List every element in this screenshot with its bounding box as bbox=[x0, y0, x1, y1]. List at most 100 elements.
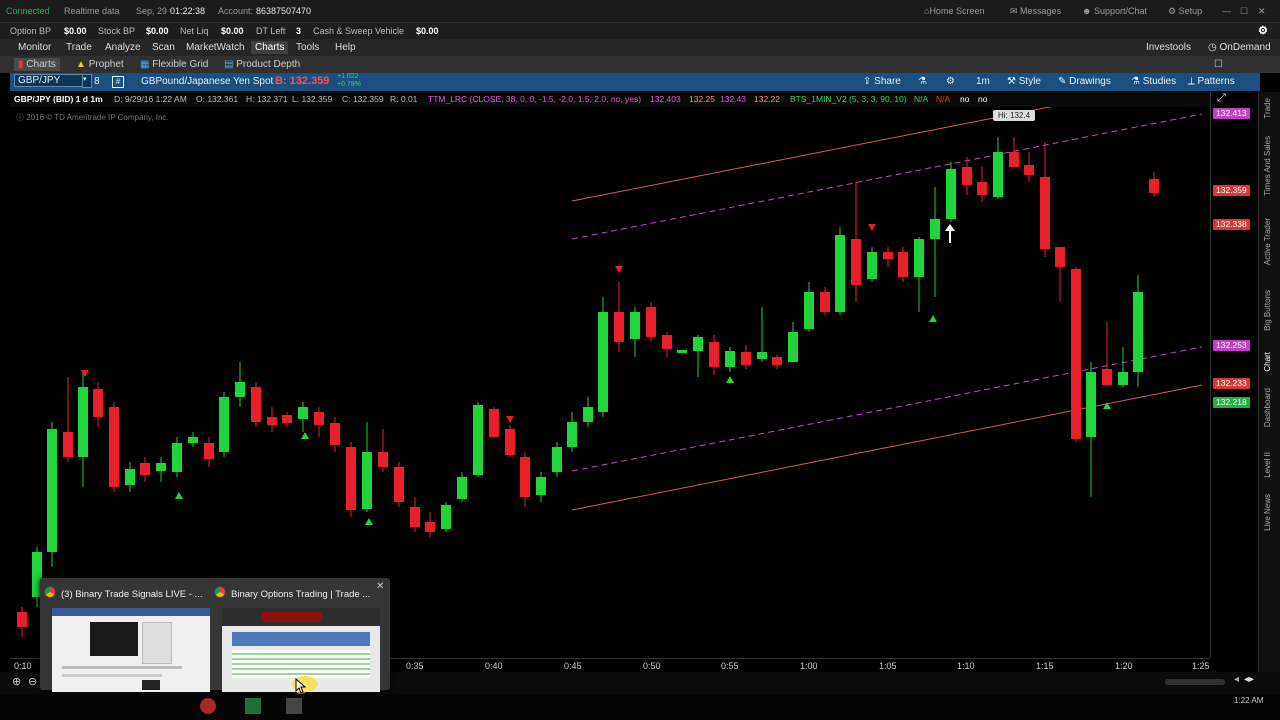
candle-body bbox=[709, 342, 719, 367]
side-tab-active-trader[interactable]: Active Trader bbox=[1263, 218, 1272, 265]
side-tab-live-news[interactable]: Live News bbox=[1263, 494, 1272, 531]
menu-scan[interactable]: Scan bbox=[148, 41, 179, 54]
candle-body bbox=[251, 387, 261, 422]
study-value-1: 132.403 bbox=[650, 94, 681, 104]
candle-body bbox=[1149, 179, 1159, 193]
chart-subtabs: ▮ Charts ▲ Prophet ▦ Flexible Grid ▤ Pro… bbox=[0, 56, 1280, 73]
candle-body bbox=[757, 352, 767, 359]
crosshair-icon[interactable]: ⊕ bbox=[12, 675, 21, 688]
maximize-icon[interactable]: ☐ bbox=[1240, 6, 1248, 17]
gear-icon[interactable]: ⚙ bbox=[1258, 24, 1268, 37]
candle-body bbox=[662, 335, 672, 349]
drawings-button[interactable]: ✎ Drawings bbox=[1058, 76, 1111, 87]
zoom-icon[interactable]: ⊖ bbox=[28, 675, 37, 688]
candle-body bbox=[172, 443, 182, 472]
price-chart[interactable]: ⓘ 2016 © TD Ameritrade IP Company, Inc. … bbox=[10, 107, 1210, 658]
preview-title-1: (3) Binary Trade Signals LIVE - ... bbox=[61, 589, 203, 600]
side-tab-dashboard[interactable]: Dashboard bbox=[1263, 388, 1272, 427]
change-value: +1.022 bbox=[337, 73, 359, 80]
bar-open: O: 132.361 bbox=[196, 94, 239, 104]
minimize-icon[interactable]: — bbox=[1222, 6, 1231, 16]
collapse-icon[interactable]: ⤢ bbox=[1217, 92, 1226, 105]
ondemand-button[interactable]: ◷ OnDemand bbox=[1204, 41, 1275, 54]
account-number[interactable]: 86387507470 bbox=[256, 6, 311, 16]
window-icon[interactable]: ☐ bbox=[1210, 58, 1227, 71]
menu-help[interactable]: Help bbox=[331, 41, 360, 54]
option-bp-label: Option BP bbox=[10, 26, 52, 36]
candle-body bbox=[725, 351, 735, 367]
close-icon[interactable]: ✕ bbox=[376, 581, 384, 592]
status-bar: Connected Realtime data Sep, 29 01:22:38… bbox=[0, 0, 1280, 23]
study-ttm-lrc[interactable]: TTM_LRC (CLOSE, 38, 0, 0, -1.5, -2.0, 1.… bbox=[428, 94, 641, 104]
signal-arrow-icon bbox=[726, 376, 734, 383]
browser-preview-2[interactable]: Binary Options Trading | Trade ... bbox=[214, 586, 380, 692]
bar-low: L: 132.359 bbox=[292, 94, 333, 104]
candle-body bbox=[1086, 372, 1096, 437]
menu-charts[interactable]: Charts bbox=[251, 41, 289, 54]
menu-analyze[interactable]: Analyze bbox=[101, 41, 145, 54]
link-icon[interactable]: 8 bbox=[94, 76, 100, 87]
messages-button[interactable]: ✉ Messages bbox=[1010, 6, 1061, 17]
bid-price: B: 132.359 bbox=[275, 75, 330, 87]
support-chat-button[interactable]: ☻ Support/Chat bbox=[1082, 6, 1147, 16]
side-tab-chart[interactable]: Chart bbox=[1263, 352, 1272, 372]
investools-link[interactable]: Investools bbox=[1142, 41, 1195, 54]
signal-arrow-icon bbox=[506, 416, 514, 423]
price-label-signal: 132.218 bbox=[1213, 397, 1250, 408]
taskbar-app-icon[interactable] bbox=[200, 698, 216, 714]
taskbar-app-icon[interactable] bbox=[245, 698, 261, 714]
candle-body bbox=[536, 477, 546, 495]
subtab-prophet[interactable]: ▲ Prophet bbox=[72, 58, 128, 71]
high-label: Hi: 132.4 bbox=[993, 110, 1036, 121]
setup-button[interactable]: ⚙ Setup bbox=[1168, 6, 1202, 17]
time-label: 1:15 bbox=[1036, 661, 1054, 671]
candle-body bbox=[567, 422, 577, 447]
scroll-left-icon[interactable]: ◂ bbox=[1234, 674, 1239, 685]
depth-icon: ▤ bbox=[224, 59, 237, 70]
subtab-charts[interactable]: ▮ Charts bbox=[14, 58, 60, 71]
taskbar-app-icon[interactable] bbox=[286, 698, 302, 714]
candle-body bbox=[1055, 247, 1065, 267]
study-bts[interactable]: BTS_1MIN_V2 (5, 3, 3, 90, 10) bbox=[790, 94, 907, 104]
share-button[interactable]: ⇪ Share bbox=[863, 76, 901, 87]
gear-icon[interactable]: ⚙ bbox=[946, 76, 955, 87]
menu-marketwatch[interactable]: MarketWatch bbox=[182, 41, 249, 54]
home-screen-button[interactable]: ⌂ Home Screen bbox=[924, 6, 984, 16]
expand-icon[interactable]: ◂▸ bbox=[1244, 674, 1254, 685]
price-axis[interactable]: ⤢ 132.413 132.359 132.338 132.253 132.23… bbox=[1210, 92, 1259, 658]
candle-body bbox=[314, 412, 324, 425]
menu-tools[interactable]: Tools bbox=[292, 41, 323, 54]
side-tab-level-ii[interactable]: Level II bbox=[1263, 452, 1272, 478]
flask-icon[interactable]: ⚗ bbox=[918, 76, 927, 87]
symbol-input[interactable]: GBP/JPY bbox=[14, 74, 90, 87]
side-tab-trade[interactable]: Trade bbox=[1263, 98, 1272, 119]
patterns-button[interactable]: ⟂ Patterns bbox=[1188, 76, 1235, 87]
horizontal-scrollbar[interactable] bbox=[1165, 679, 1225, 685]
menu-monitor[interactable]: Monitor bbox=[14, 41, 55, 54]
interval-button[interactable]: 1m bbox=[976, 76, 990, 87]
style-button[interactable]: ⚒ Style bbox=[1007, 76, 1041, 87]
studies-button[interactable]: ⚗ Studies bbox=[1131, 76, 1176, 87]
side-tab-times-and-sales[interactable]: Times And Sales bbox=[1263, 136, 1272, 196]
subtab-product-depth[interactable]: ▤ Product Depth bbox=[220, 58, 304, 71]
candle-body bbox=[473, 405, 483, 475]
candle-body bbox=[598, 312, 608, 412]
subtab-flexible-grid[interactable]: ▦ Flexible Grid bbox=[136, 58, 212, 71]
candlestick-chart bbox=[17, 107, 1203, 637]
candle-body bbox=[441, 505, 451, 529]
time-label: 0:10 bbox=[14, 661, 32, 671]
hash-icon[interactable]: # bbox=[112, 76, 124, 88]
candle-body bbox=[156, 463, 166, 471]
symbol-dropdown-icon[interactable]: ▾ bbox=[82, 74, 92, 88]
candle-body bbox=[362, 452, 372, 509]
close-icon[interactable]: ✕ bbox=[1258, 6, 1266, 17]
stock-bp-value: $0.00 bbox=[146, 26, 169, 36]
menu-trade[interactable]: Trade bbox=[62, 41, 96, 54]
chrome-icon bbox=[44, 586, 56, 598]
candle-body bbox=[346, 447, 356, 510]
time-label: 0:35 bbox=[406, 661, 424, 671]
pencil-icon: ✎ bbox=[1058, 76, 1070, 87]
browser-preview-1[interactable]: (3) Binary Trade Signals LIVE - ... bbox=[44, 586, 210, 692]
right-side-tabs: Trade Times And Sales Active Trader Big … bbox=[1258, 92, 1280, 672]
side-tab-big-buttons[interactable]: Big Buttons bbox=[1263, 290, 1272, 331]
